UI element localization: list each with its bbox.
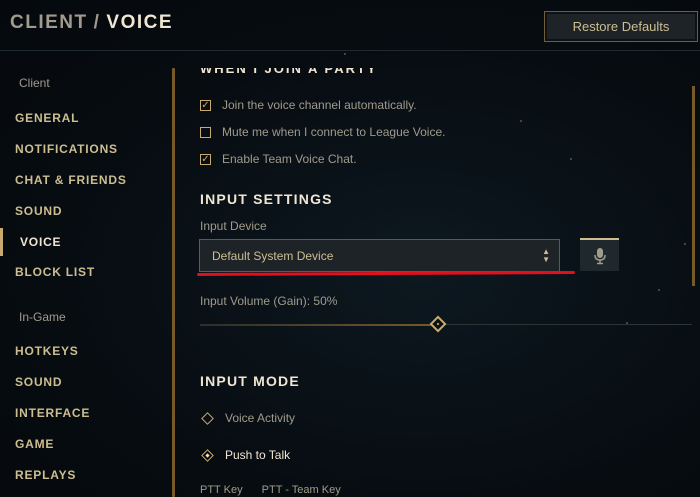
ptt-key-labels: PTT Key PTT - Team Key — [200, 484, 357, 496]
volume-slider-fill[interactable] — [200, 324, 438, 326]
checkmark-icon[interactable]: ✓ — [200, 153, 211, 165]
input-device-label: Input Device — [200, 219, 267, 233]
sidebar-item-sound[interactable]: SOUND — [15, 204, 62, 218]
input-device-value: Default System Device — [212, 248, 334, 263]
radio-label: Push to Talk — [225, 448, 291, 462]
party-section-heading: WHEN I JOIN A PARTY — [200, 68, 378, 76]
option-join-voice-auto[interactable]: ✓ Join the voice channel automatically. — [200, 98, 417, 112]
option-mute-on-connect[interactable]: Mute me when I connect to League Voice. — [200, 125, 445, 139]
content-scrollbar[interactable] — [172, 68, 175, 497]
sidebar-section-ingame: In-Game — [19, 310, 66, 324]
sparkle-decoration — [344, 53, 346, 55]
sidebar-item-chat-friends[interactable]: CHAT & FRIENDS — [15, 173, 127, 187]
input-device-select[interactable]: Default System Device ▲ ▼ — [199, 239, 560, 272]
radio-diamond-selected-icon[interactable] — [201, 448, 214, 462]
breadcrumb-parent: CLIENT — [10, 12, 88, 33]
active-indicator — [0, 228, 3, 256]
option-label: Join the voice channel automatically. — [222, 98, 417, 112]
header-divider — [0, 50, 700, 51]
checkbox-empty[interactable] — [200, 126, 211, 138]
sidebar-item-replays[interactable]: REPLAYS — [15, 468, 76, 482]
input-volume-label: Input Volume (Gain): 50% — [200, 294, 338, 308]
option-label: Mute me when I connect to League Voice. — [222, 125, 446, 139]
breadcrumb-separator: / — [93, 12, 101, 33]
ptt-key-label: PTT Key — [200, 484, 243, 496]
sidebar-item-game[interactable]: GAME — [15, 437, 54, 451]
sidebar-section-client: Client — [19, 76, 50, 90]
sidebar-item-interface[interactable]: INTERFACE — [15, 406, 90, 420]
ptt-team-key-label: PTT - Team Key — [261, 484, 341, 496]
volume-slider-track[interactable] — [442, 324, 692, 325]
breadcrumb-current: VOICE — [106, 12, 174, 33]
sparkle-decoration — [520, 120, 522, 122]
sparkle-decoration — [658, 289, 660, 291]
sidebar-item-voice[interactable]: VOICE — [20, 235, 61, 249]
up-down-chevron-icon: ▲ ▼ — [542, 247, 550, 264]
sidebar-item-ingame-sound[interactable]: SOUND — [15, 375, 62, 389]
sidebar-item-notifications[interactable]: NOTIFICATIONS — [15, 142, 118, 156]
page-scrollbar[interactable] — [692, 86, 695, 286]
page-title: CLIENT / VOICE — [10, 12, 173, 34]
input-settings-heading: INPUT SETTINGS — [200, 191, 333, 207]
radio-diamond-icon[interactable] — [201, 411, 214, 425]
checkmark-icon[interactable]: ✓ — [200, 99, 211, 111]
sidebar-item-block-list[interactable]: BLOCK LIST — [15, 265, 95, 279]
sparkle-decoration — [626, 322, 628, 324]
option-enable-team-voice[interactable]: ✓ Enable Team Voice Chat. — [200, 152, 357, 166]
radio-push-to-talk[interactable]: Push to Talk — [201, 448, 291, 462]
sparkle-decoration — [570, 158, 572, 160]
radio-label: Voice Activity — [225, 411, 296, 425]
radio-voice-activity[interactable]: Voice Activity — [201, 411, 296, 425]
option-label: Enable Team Voice Chat. — [222, 152, 357, 166]
input-mode-heading: INPUT MODE — [200, 373, 300, 389]
sidebar-item-general[interactable]: GENERAL — [15, 111, 79, 125]
restore-defaults-button[interactable]: Restore Defaults — [544, 11, 698, 42]
sparkle-decoration — [684, 243, 686, 245]
sidebar-item-hotkeys[interactable]: HOTKEYS — [15, 344, 79, 358]
mic-test-button[interactable] — [580, 238, 619, 271]
volume-slider-thumb[interactable] — [429, 315, 447, 333]
annotation-underline — [196, 271, 576, 276]
microphone-icon — [593, 247, 606, 264]
